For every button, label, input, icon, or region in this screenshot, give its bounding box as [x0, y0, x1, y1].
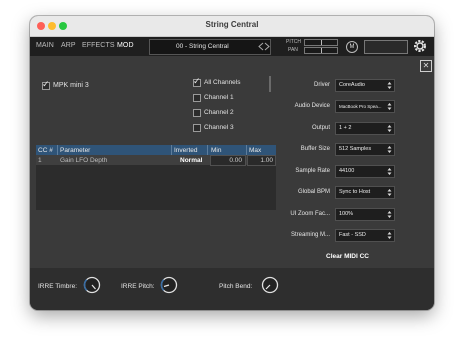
bottom-controls: IRRE Timbre: IRRE Pitch: Pitch Bend:: [30, 268, 434, 310]
updown-icon: [387, 125, 392, 132]
title-bar: String Central: [30, 16, 434, 37]
pan-label: PAN: [288, 47, 298, 53]
preset-name: 00 - String Central: [176, 43, 229, 50]
device-label: MPK mini 3: [53, 82, 89, 89]
pitch-bend-label: Pitch Bend:: [219, 283, 253, 290]
cc-table: CC # Parameter Inverted Min Max 1 Gain L…: [36, 145, 276, 210]
driver-value: CoreAudio: [339, 82, 365, 88]
all-channels-label: All Channels: [204, 79, 241, 86]
audio-device-value: MacBook Pro Spea...: [339, 104, 382, 109]
col-parameter[interactable]: Parameter: [60, 147, 90, 154]
channel-1-checkbox[interactable]: [193, 94, 201, 102]
audio-device-dropdown[interactable]: MacBook Pro Spea...: [335, 100, 395, 113]
global-bpm-dropdown[interactable]: Sync to Host: [335, 186, 395, 199]
irre-timbre-knob[interactable]: [83, 276, 101, 294]
channel-1-label: Channel 1: [204, 94, 234, 101]
mono-button[interactable]: M: [346, 41, 358, 53]
output-dropdown[interactable]: 1 + 2: [335, 122, 395, 135]
updown-icon: [387, 168, 392, 175]
row-cc: 1: [38, 157, 42, 164]
pitch-bend-knob[interactable]: [261, 276, 279, 294]
min-field[interactable]: 0.00: [210, 155, 246, 166]
gear-icon[interactable]: [413, 39, 427, 53]
preset-selector[interactable]: 00 - String Central: [149, 39, 271, 55]
streaming-mode-dropdown[interactable]: Fast - SSD: [335, 229, 395, 242]
output-label: Output: [311, 125, 330, 131]
min-value: 0.00: [229, 157, 242, 164]
buffer-size-value: 512 Samples: [339, 146, 372, 152]
streaming-mode-label: Streaming M...: [290, 232, 330, 238]
updown-icon: [387, 211, 392, 218]
plugin-window: String Central MAIN ARP EFFECTS MOD 00 -…: [30, 16, 434, 310]
streaming-mode-value: Fast - SSD: [339, 232, 366, 238]
pitch-label: PITCH: [286, 39, 301, 45]
channel-2-label: Channel 2: [204, 109, 234, 116]
audio-device-label: Audio Device: [294, 103, 330, 109]
channel-3-checkbox[interactable]: [193, 124, 201, 132]
close-panel-icon[interactable]: ✕: [420, 60, 432, 72]
channel-2-checkbox[interactable]: [193, 109, 201, 117]
updown-icon: [387, 232, 392, 239]
window-title: String Central: [205, 20, 259, 29]
irre-pitch-knob[interactable]: [160, 276, 178, 294]
irre-timbre-label: IRRE Timbre:: [38, 283, 78, 290]
row-parameter: Gain LFO Depth: [60, 157, 108, 164]
top-toolbar: MAIN ARP EFFECTS MOD 00 - String Central…: [30, 37, 434, 56]
channel-3-label: Channel 3: [204, 124, 234, 131]
updown-icon: [387, 82, 392, 89]
preset-next-icon[interactable]: [263, 42, 271, 51]
all-channels-checkbox[interactable]: [193, 76, 201, 87]
clear-midi-cc-button[interactable]: Clear MIDI CC: [326, 253, 369, 260]
max-field[interactable]: 1.00: [247, 155, 276, 166]
tab-mod[interactable]: MOD: [117, 42, 134, 49]
device-checkbox[interactable]: [42, 79, 50, 90]
tab-effects[interactable]: EFFECTS: [82, 42, 115, 49]
ui-zoom-value: 100%: [339, 211, 354, 217]
table-row[interactable]: 1 Gain LFO Depth Normal 0.00 1.00: [36, 155, 276, 166]
driver-dropdown[interactable]: CoreAudio: [335, 79, 395, 92]
output-value: 1 + 2: [339, 125, 352, 131]
ui-zoom-label: UI Zoom Fac...: [290, 211, 330, 217]
buffer-size-label: Buffer Size: [300, 146, 330, 152]
pan-slider[interactable]: [304, 47, 338, 54]
updown-icon: [387, 146, 392, 153]
irre-pitch-label: IRRE Pitch:: [121, 283, 155, 290]
max-value: 1.00: [260, 157, 273, 164]
global-bpm-value: Sync to Host: [339, 189, 371, 195]
sample-rate-dropdown[interactable]: 44100: [335, 165, 395, 178]
buffer-size-dropdown[interactable]: 512 Samples: [335, 143, 395, 156]
global-bpm-label: Global BPM: [297, 189, 330, 195]
updown-icon: [387, 189, 392, 196]
driver-label: Driver: [314, 82, 330, 88]
col-cc[interactable]: CC #: [38, 147, 53, 154]
pitch-slider[interactable]: [304, 39, 338, 46]
sample-rate-label: Sample Rate: [295, 168, 330, 174]
tab-arp[interactable]: ARP: [61, 42, 76, 49]
updown-icon: [387, 103, 392, 110]
ui-zoom-dropdown[interactable]: 100%: [335, 208, 395, 221]
row-inverted[interactable]: Normal: [180, 157, 202, 164]
col-min[interactable]: Min: [211, 147, 221, 154]
tab-main[interactable]: MAIN: [36, 42, 54, 49]
col-inverted[interactable]: Inverted: [174, 147, 198, 154]
table-header: CC # Parameter Inverted Min Max: [36, 145, 276, 155]
output-meter: [364, 40, 408, 54]
sample-rate-value: 44100: [339, 168, 355, 174]
